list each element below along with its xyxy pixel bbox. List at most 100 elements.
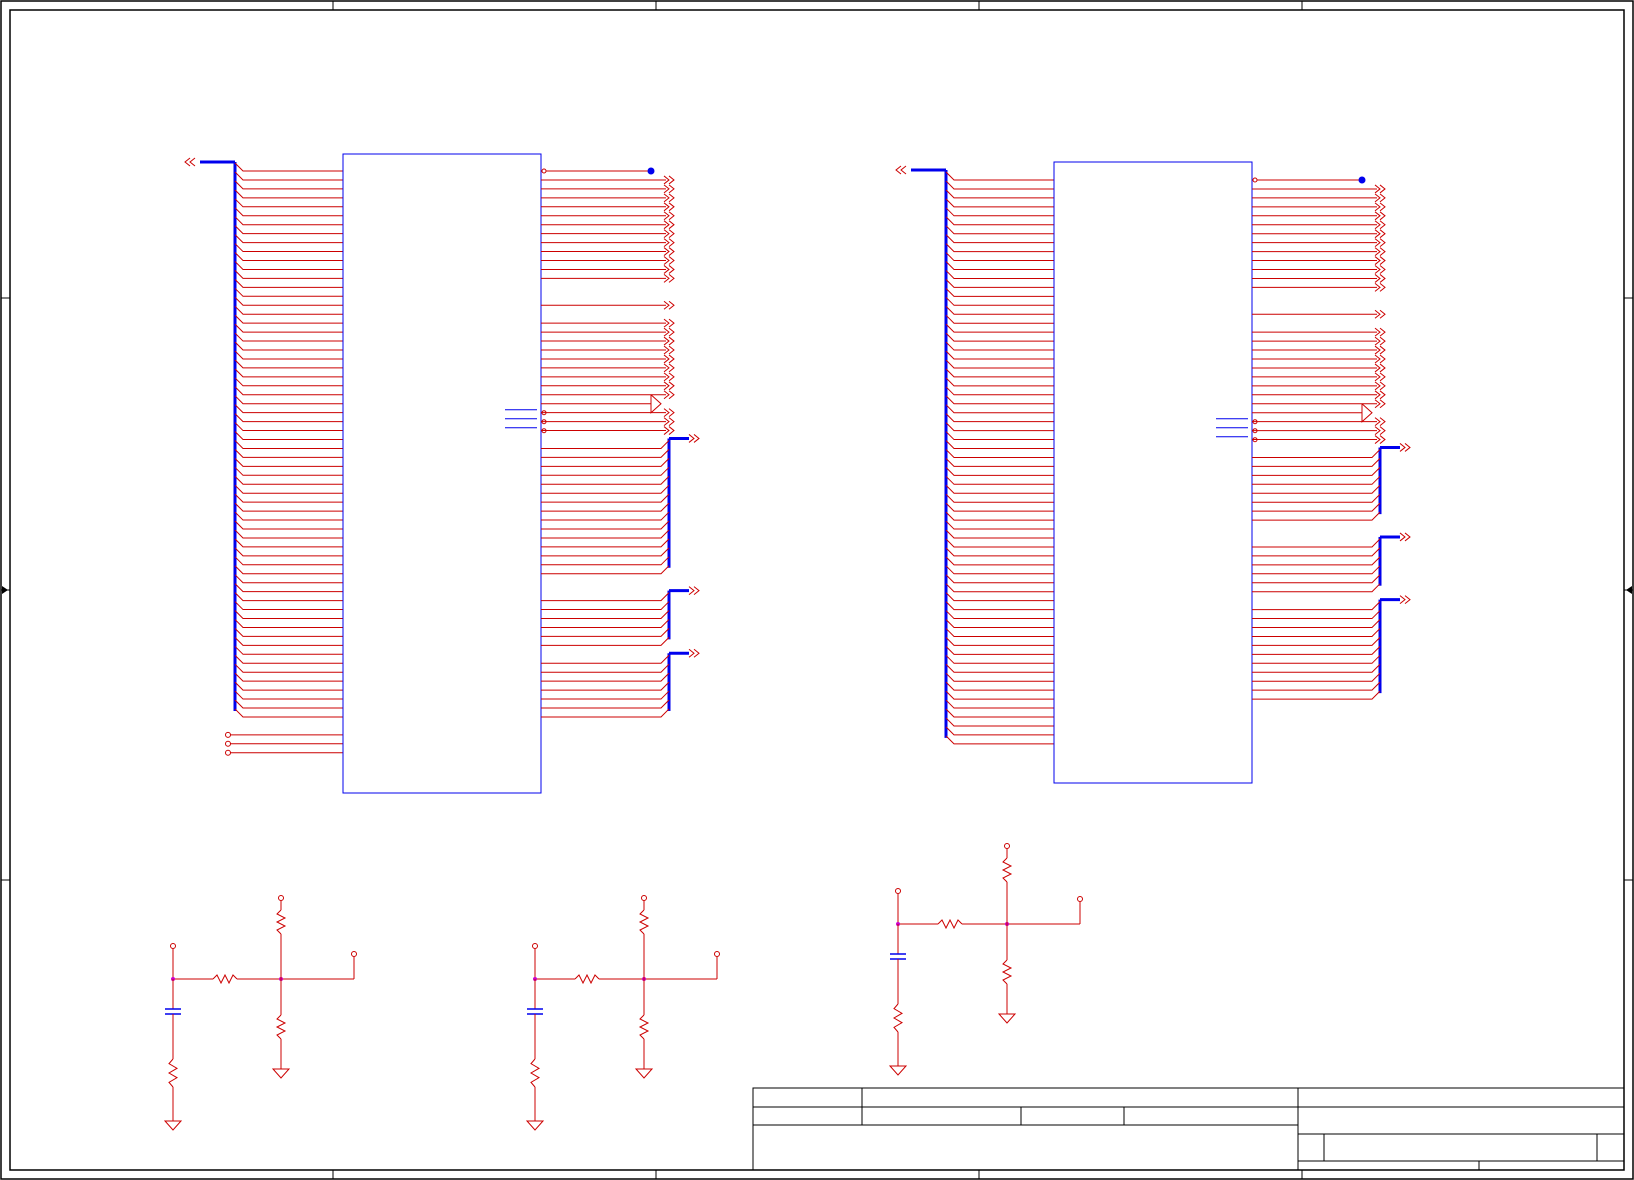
input-wire bbox=[945, 484, 1054, 494]
ground-symbol bbox=[525, 1120, 545, 1131]
connector-right bbox=[895, 161, 1411, 784]
input-wire bbox=[945, 261, 1054, 270]
input-wire bbox=[945, 323, 1054, 333]
title-block-frame bbox=[752, 1087, 1625, 1171]
input-wire bbox=[234, 529, 343, 539]
bus-wire bbox=[1252, 574, 1381, 584]
input-wire bbox=[234, 475, 343, 485]
bus-wire bbox=[541, 681, 670, 691]
bus-wire bbox=[541, 529, 670, 539]
input-wire bbox=[945, 529, 1054, 539]
input-wire bbox=[234, 654, 343, 664]
bus-wire bbox=[541, 457, 670, 467]
pin-terminal bbox=[541, 168, 547, 174]
input-wire bbox=[234, 386, 343, 396]
input-wire bbox=[945, 511, 1054, 521]
input-wire bbox=[945, 708, 1054, 718]
zone-arrow bbox=[2, 586, 8, 594]
input-wire bbox=[234, 314, 343, 324]
bus-wire bbox=[1252, 565, 1381, 575]
offpage-connector bbox=[688, 586, 695, 595]
bus-wire bbox=[1252, 547, 1381, 557]
sheet-frame bbox=[0, 0, 1634, 1180]
resistor bbox=[1001, 857, 1013, 883]
input-wire bbox=[234, 484, 343, 494]
pin-terminal bbox=[1252, 177, 1258, 183]
title-block bbox=[752, 1087, 1625, 1171]
input-wire bbox=[945, 332, 1054, 342]
pin-terminal bbox=[351, 951, 357, 957]
offpage-connector bbox=[189, 157, 196, 167]
input-wire bbox=[234, 350, 343, 360]
resistor bbox=[638, 909, 650, 935]
input-wire bbox=[945, 368, 1054, 378]
input-wire bbox=[945, 189, 1054, 199]
pin-terminal bbox=[225, 731, 231, 738]
bus-wire bbox=[1252, 458, 1381, 467]
input-wire bbox=[945, 171, 1054, 181]
input-wire bbox=[945, 663, 1054, 673]
input-wire bbox=[945, 565, 1054, 575]
input-wire bbox=[234, 610, 343, 619]
bus-wire bbox=[541, 699, 670, 709]
bus-wire bbox=[1252, 493, 1381, 503]
input-wire bbox=[945, 287, 1054, 297]
bus-wire bbox=[1252, 672, 1381, 682]
offpage-connector bbox=[688, 648, 695, 658]
bus-wire bbox=[1252, 484, 1381, 494]
bus-wire bbox=[1252, 690, 1381, 700]
input-wire bbox=[234, 261, 343, 270]
pin-terminal bbox=[1004, 843, 1010, 849]
input-wire bbox=[945, 207, 1054, 217]
bus-wire bbox=[541, 538, 670, 548]
pin-terminal bbox=[170, 943, 176, 949]
input-wire bbox=[945, 717, 1054, 727]
bus-wire bbox=[541, 511, 670, 521]
bus-wire bbox=[541, 547, 670, 557]
input-wire bbox=[234, 493, 343, 503]
connector-body bbox=[1053, 161, 1253, 784]
bus-wire bbox=[1252, 475, 1381, 485]
bus-wire bbox=[541, 466, 670, 476]
ground-symbol bbox=[271, 1068, 291, 1079]
input-wire bbox=[945, 270, 1054, 279]
bus-wire bbox=[541, 628, 670, 637]
bus-wire bbox=[1252, 619, 1381, 628]
input-wire bbox=[234, 225, 343, 235]
junction-dot bbox=[1358, 176, 1366, 184]
input-wire bbox=[945, 225, 1054, 235]
bus-wire bbox=[541, 592, 670, 602]
resistor bbox=[937, 918, 963, 930]
input-wire bbox=[945, 341, 1054, 351]
ground-flag bbox=[650, 394, 662, 414]
input-wire bbox=[234, 511, 343, 521]
input-wire bbox=[945, 493, 1054, 503]
bus-wire bbox=[1252, 654, 1381, 664]
input-wire bbox=[945, 440, 1054, 449]
resistor bbox=[1001, 959, 1013, 985]
input-wire bbox=[234, 466, 343, 476]
input-wire bbox=[234, 341, 343, 351]
input-wire bbox=[234, 198, 343, 208]
divider-circuit-3 bbox=[888, 843, 1083, 1076]
connector-symbols bbox=[184, 153, 1411, 794]
input-wire bbox=[234, 377, 343, 387]
input-wire bbox=[945, 502, 1054, 512]
input-wire bbox=[234, 449, 343, 458]
ground-symbol bbox=[888, 1065, 908, 1076]
input-wire bbox=[234, 681, 343, 691]
bus-wire bbox=[541, 690, 670, 700]
input-wire bbox=[945, 404, 1054, 414]
input-wire bbox=[234, 574, 343, 584]
input-wire bbox=[234, 502, 343, 512]
bus-wire bbox=[1252, 681, 1381, 691]
input-wire bbox=[945, 314, 1054, 324]
bus-wire bbox=[541, 556, 670, 566]
divider-circuit-2 bbox=[525, 895, 720, 1131]
outer-border bbox=[0, 0, 1634, 1180]
input-wire bbox=[945, 386, 1054, 396]
connector-left bbox=[184, 153, 700, 794]
input-wire bbox=[945, 305, 1054, 315]
bus-wire bbox=[541, 672, 670, 682]
input-wire bbox=[234, 556, 343, 566]
